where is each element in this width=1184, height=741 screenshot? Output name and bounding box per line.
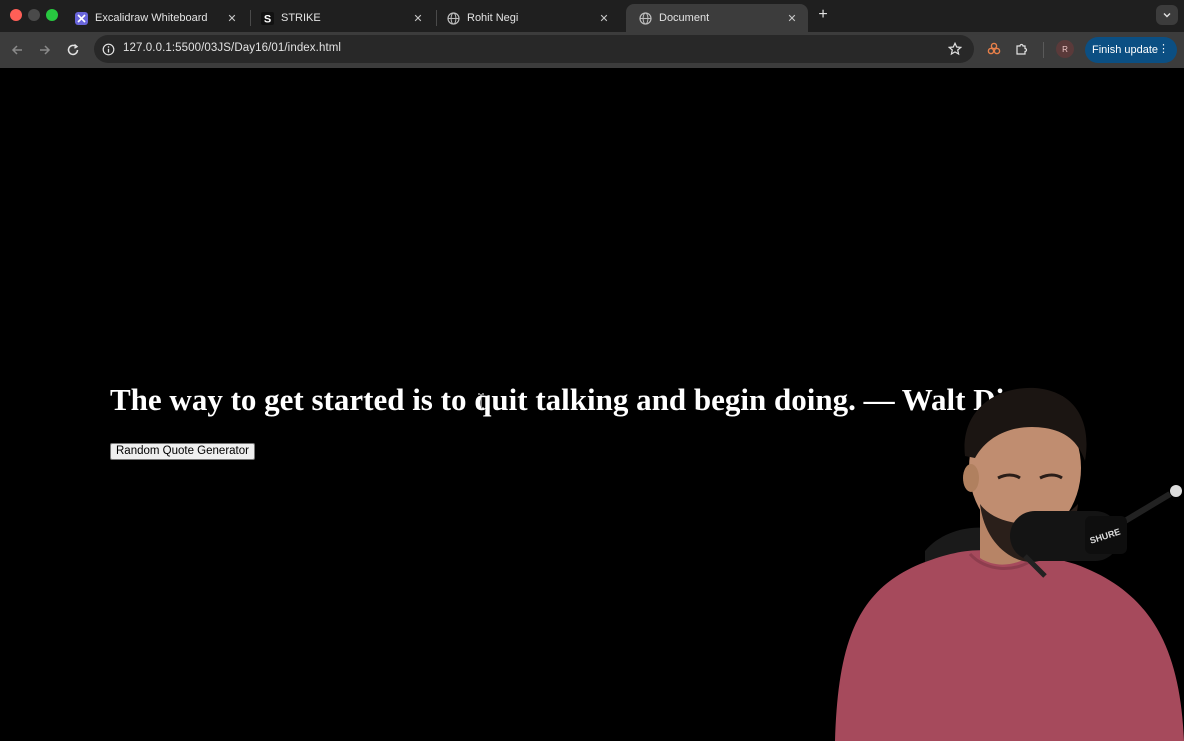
address-url[interactable]: 127.0.0.1:5500/03JS/Day16/01/index.html [123,42,341,54]
site-info-icon[interactable] [100,41,116,57]
finish-update-label: Finish update [1092,44,1159,56]
finish-update-button[interactable]: Finish update ⋮ [1085,37,1177,63]
tab-excalidraw[interactable]: Excalidraw Whiteboard ✕ [62,4,248,32]
tab-rohit-negi[interactable]: Rohit Negi ✕ [434,4,620,32]
globe-icon [446,11,460,25]
excalidraw-icon [74,11,88,25]
close-icon[interactable]: ✕ [410,10,426,26]
tab-title: Excalidraw Whiteboard [95,12,208,24]
address-bar[interactable]: 127.0.0.1:5500/03JS/Day16/01/index.html [94,35,974,63]
tab-title: Rohit Negi [467,12,519,24]
random-quote-button[interactable]: Random Quote Generator [110,443,255,460]
profile-avatar[interactable]: R [1056,40,1074,58]
strike-icon: S [260,11,274,25]
window-zoom-icon[interactable] [46,9,58,21]
tab-title: Document [659,12,710,24]
forward-arrow-icon[interactable] [35,40,55,60]
reload-icon[interactable] [63,40,83,60]
text-cursor-icon [478,393,484,409]
extension-flower-icon[interactable] [985,40,1003,58]
tab-title: STRIKE [281,12,321,24]
tab-search-chevron-down-icon[interactable] [1156,5,1178,25]
close-icon[interactable]: ✕ [596,10,612,26]
globe-icon [638,11,652,25]
webcam-presenter-image: SHURE [835,387,1184,741]
window-minimize-icon[interactable] [28,9,40,21]
back-arrow-icon[interactable] [7,40,27,60]
bookmark-star-icon[interactable] [946,40,964,58]
more-vertical-icon[interactable]: ⋮ [1158,43,1169,55]
tab-strip: Excalidraw Whiteboard ✕ S STRIKE ✕ Rohit… [0,0,1184,32]
extensions-puzzle-icon[interactable] [1013,40,1031,58]
tab-strike[interactable]: S STRIKE ✕ [248,4,434,32]
tab-document[interactable]: Document ✕ [626,4,808,32]
close-icon[interactable]: ✕ [224,10,240,26]
browser-toolbar: 127.0.0.1:5500/03JS/Day16/01/index.html … [0,32,1184,68]
toolbar-divider [1043,42,1044,58]
close-icon[interactable]: ✕ [784,10,800,26]
new-tab-plus-icon[interactable]: + [814,6,832,24]
window-close-icon[interactable] [10,9,22,21]
svg-text:S: S [263,13,270,25]
